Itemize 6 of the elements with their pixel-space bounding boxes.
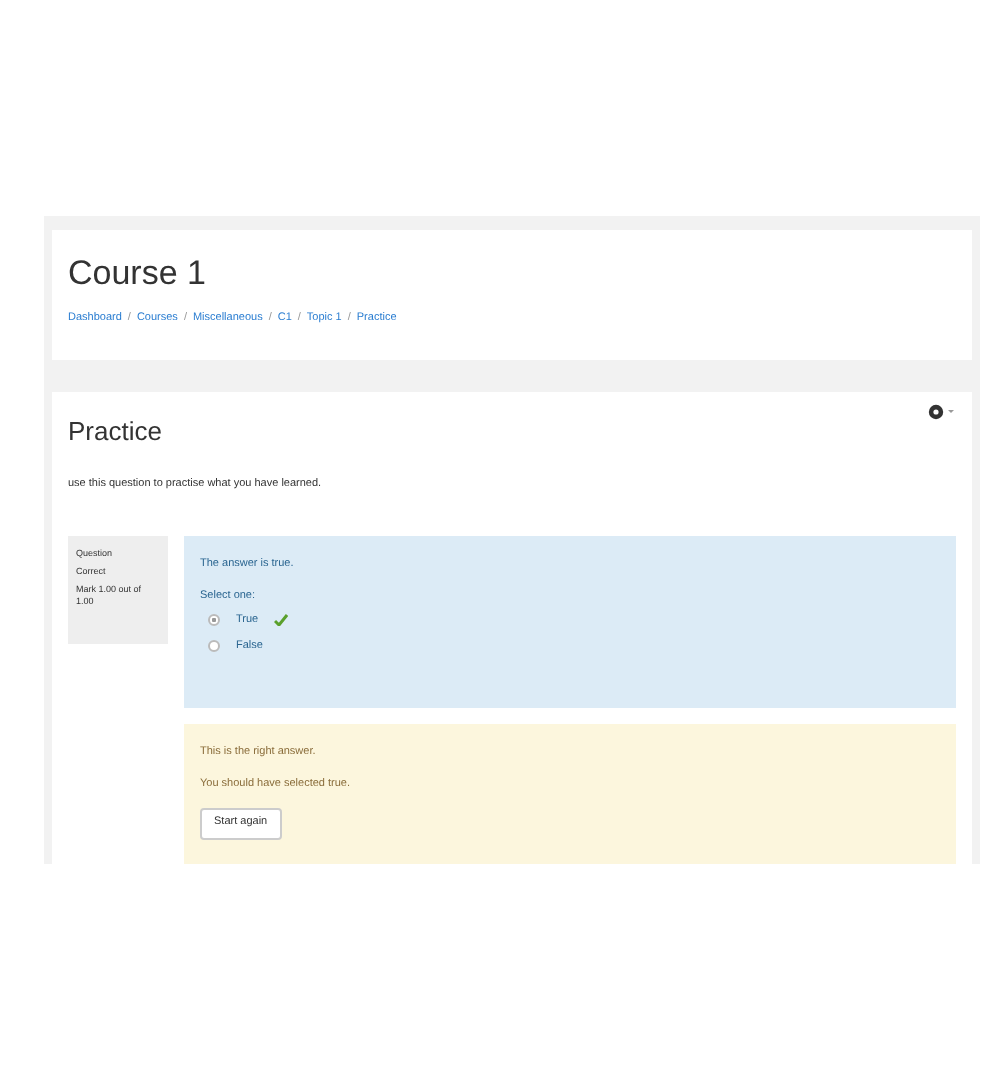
activity-title: Practice xyxy=(68,416,162,448)
check-icon xyxy=(274,614,289,627)
settings-icon[interactable] xyxy=(928,404,956,420)
course-title: Course 1 xyxy=(68,252,208,296)
radio-button[interactable] xyxy=(208,614,220,627)
radio-button[interactable] xyxy=(208,639,220,652)
